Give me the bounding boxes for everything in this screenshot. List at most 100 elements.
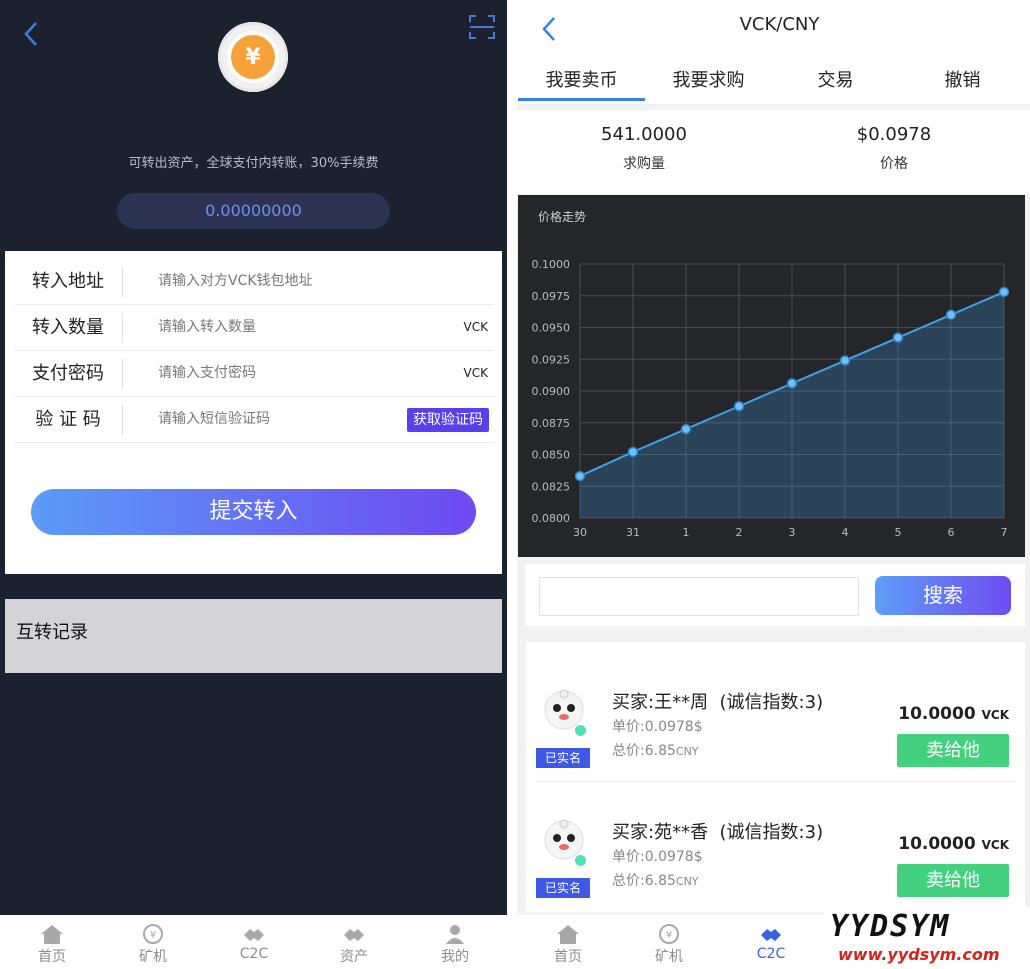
password-row: 支付密码 请输入支付密码 VCK	[14, 351, 494, 397]
x-tick-label: 2	[736, 526, 743, 539]
address-input[interactable]: 请输入对方VCK钱包地址	[158, 259, 313, 304]
yen-icon: ¥	[227, 31, 279, 83]
watermark-logo: YYDSYM www.yydsym.com	[824, 907, 1030, 969]
y-tick-label: 0.0975	[532, 290, 571, 303]
stat-value: $0.0978	[856, 124, 932, 145]
nav-miner[interactable]: ¥ 矿机	[619, 915, 719, 969]
credit-index: (诚信指数:3)	[719, 692, 824, 713]
market-stats: 541.0000 求购量 $0.0978 价格	[517, 110, 1030, 194]
sell-to-him-button[interactable]: 卖给他	[897, 734, 1009, 767]
data-point	[627, 446, 639, 458]
search-input[interactable]	[539, 577, 859, 616]
amount-unit: VCK	[981, 838, 1009, 852]
price-chart: 价格走势 0.1000 0.0975 0.0950 0.0925 0.0900 0.087…	[518, 195, 1025, 557]
order-amount: 10.0000 VCK	[898, 704, 1009, 724]
tab-cancel[interactable]: 撤销	[899, 66, 1026, 92]
amount-value: 10.0000	[898, 834, 976, 854]
data-point	[680, 423, 692, 435]
y-tick-label: 0.0875	[532, 417, 571, 430]
nav-c2c[interactable]: C2C	[204, 915, 304, 969]
amount-input[interactable]: 请输入转入数量	[158, 305, 256, 350]
y-tick-label: 0.1000	[532, 258, 571, 271]
back-arrow-icon[interactable]	[18, 18, 46, 50]
amount-label: 转入数量	[32, 317, 104, 338]
nav-label: C2C	[239, 946, 269, 962]
x-tick-label: 7	[1001, 526, 1008, 539]
nav-label: 首页	[38, 949, 66, 965]
data-point	[839, 355, 851, 366]
data-point	[786, 378, 798, 389]
x-tick-label: 1	[683, 526, 690, 539]
data-point	[945, 309, 957, 321]
online-status-dot	[574, 854, 587, 867]
order-list: 已实名 买家:王**周 (诚信指数:3) 单价:0.0978$ 总价:6.85C…	[526, 642, 1025, 912]
sell-to-him-button[interactable]: 卖给他	[897, 864, 1009, 897]
x-tick-label: 4	[842, 526, 849, 539]
get-code-button[interactable]: 获取验证码	[407, 408, 489, 432]
data-point	[733, 400, 745, 412]
amount-unit: VCK	[463, 320, 488, 334]
nav-label: 矿机	[655, 949, 683, 965]
nav-home[interactable]: 首页	[2, 915, 102, 969]
x-tick-label: 3	[789, 526, 796, 539]
buyer-name: 买家:苑**香 (诚信指数:3)	[612, 818, 823, 844]
online-status-dot	[574, 724, 587, 737]
data-point	[574, 470, 586, 482]
amount-row: 转入数量 请输入转入数量 VCK	[14, 305, 494, 351]
password-input[interactable]: 请输入支付密码	[158, 351, 256, 396]
tab-trade[interactable]: 交易	[772, 66, 899, 92]
price-trend-chart: 0.1000 0.0975 0.0950 0.0925 0.0900 0.0875 0.08…	[532, 258, 1010, 539]
x-tick-label: 30	[573, 526, 587, 539]
code-row: 验 证 码 请输入短信验证码 获取验证码	[14, 397, 494, 443]
submit-transfer-button[interactable]: 提交转入	[31, 489, 476, 535]
y-tick-label: 0.0850	[532, 449, 571, 462]
tab-sell[interactable]: 我要卖币	[518, 66, 645, 101]
c2c-panel: VCK/CNY 我要卖币 我要求购 交易 撤销 541.0000 求购量 $0.…	[517, 0, 1030, 969]
bottom-nav-right: 首页 ¥ 矿机 C2C	[517, 915, 824, 969]
order-card: 已实名 买家:王**周 (诚信指数:3) 单价:0.0978$ 总价:6.85C…	[526, 652, 1025, 782]
verified-badge: 已实名	[536, 748, 590, 768]
amount-unit: VCK	[981, 708, 1009, 722]
balance-display: 0.00000000	[117, 193, 390, 229]
y-tick-label: 0.0825	[532, 480, 571, 493]
tab-buy-request[interactable]: 我要求购	[645, 66, 772, 92]
svg-text:¥: ¥	[666, 930, 672, 941]
credit-index: (诚信指数:3)	[719, 822, 824, 843]
total-unit: CNY	[675, 875, 699, 888]
nav-c2c[interactable]: C2C	[721, 915, 821, 969]
header: VCK/CNY 我要卖币 我要求购 交易 撤销	[517, 0, 1030, 104]
home-icon	[41, 925, 63, 944]
transfer-notice: 可转出资产，全球支付内转账，30%手续费	[128, 156, 379, 171]
nav-assets[interactable]: 资产	[304, 915, 404, 969]
transfer-panel: ¥ 可转出资产，全球支付内转账，30%手续费 0.00000000 转入地址 请…	[0, 0, 507, 969]
page-title: VCK/CNY	[739, 14, 820, 35]
code-input[interactable]: 请输入短信验证码	[158, 397, 270, 442]
total-price: 总价:6.85CNY	[612, 740, 699, 760]
search-button[interactable]: 搜索	[875, 576, 1011, 615]
total-price: 总价:6.85CNY	[612, 870, 699, 890]
handshake-icon	[344, 929, 364, 941]
handshake-icon	[761, 929, 781, 941]
handshake-icon	[244, 929, 264, 941]
user-icon	[446, 925, 464, 944]
nav-label: 首页	[554, 949, 582, 965]
x-tick-label: 6	[948, 526, 955, 539]
nav-home[interactable]: 首页	[518, 915, 618, 969]
y-tick-label: 0.0800	[532, 512, 571, 525]
amount-value: 10.0000	[898, 704, 976, 724]
scan-icon[interactable]	[466, 12, 498, 42]
address-label: 转入地址	[32, 271, 104, 292]
total-value: 总价:6.85	[612, 873, 676, 889]
divider	[122, 313, 123, 343]
password-label: 支付密码	[32, 363, 104, 384]
divider	[122, 405, 123, 435]
stat-value: 541.0000	[601, 124, 687, 145]
transfer-records[interactable]: 互转记录	[5, 599, 502, 673]
miner-icon: ¥	[659, 924, 679, 944]
total-value: 总价:6.85	[612, 743, 676, 759]
nav-mine[interactable]: 我的	[405, 915, 505, 969]
unit-price: 单价:0.0978$	[612, 849, 703, 865]
nav-miner[interactable]: ¥ 矿机	[103, 915, 203, 969]
divider	[122, 359, 123, 389]
nav-label: 矿机	[139, 949, 167, 965]
